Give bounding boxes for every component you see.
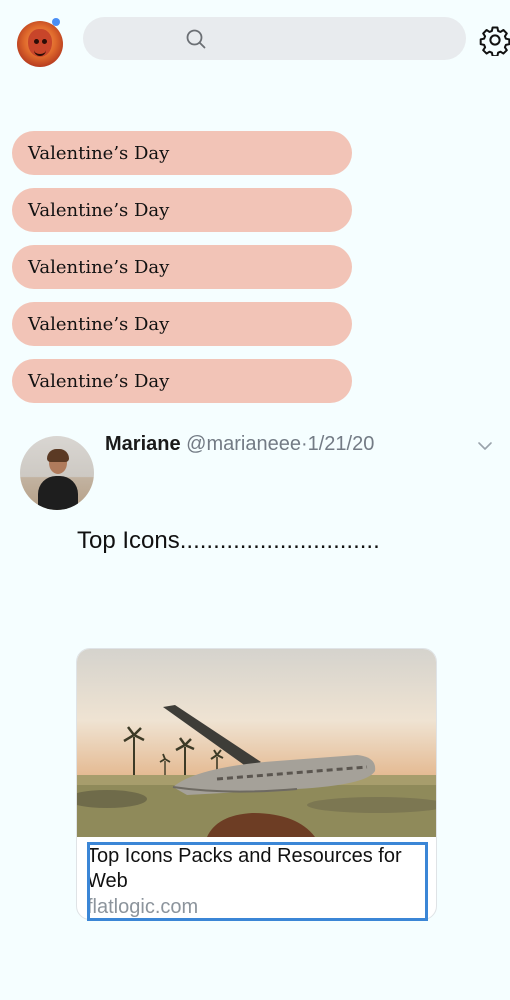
tweet-header: Mariane @marianeee·1/21/20: [105, 433, 374, 456]
card-image: [77, 649, 436, 837]
tweet-author-handle[interactable]: @marianeee: [186, 433, 301, 455]
tweet-text: Top Icons..............................: [77, 527, 380, 554]
user-avatar[interactable]: [17, 21, 63, 67]
avatar-eye: [42, 39, 47, 44]
tweet-author-name[interactable]: Mariane: [105, 433, 181, 455]
avatar-body: [38, 476, 78, 510]
avatar-hair: [47, 449, 69, 462]
topic-chip[interactable]: Valentine’s Day: [12, 359, 352, 403]
avatar-eye: [34, 39, 39, 44]
topic-chip[interactable]: Valentine’s Day: [12, 131, 352, 175]
gear-icon[interactable]: [479, 24, 510, 56]
topic-chip-list: Valentine’s Day Valentine’s Day Valentin…: [12, 131, 352, 416]
topic-chip[interactable]: Valentine’s Day: [12, 188, 352, 232]
link-preview-card[interactable]: Top Icons Packs and Resources for Web fl…: [76, 648, 437, 920]
card-text: Top Icons Packs and Resources for Web fl…: [87, 844, 427, 919]
search-icon: [186, 29, 206, 49]
topic-chip[interactable]: Valentine’s Day: [12, 302, 352, 346]
notification-dot: [52, 18, 60, 26]
tweet-author-avatar[interactable]: [20, 436, 94, 510]
search-bar[interactable]: [83, 17, 466, 60]
chevron-down-icon[interactable]: [476, 437, 494, 455]
topic-chip[interactable]: Valentine’s Day: [12, 245, 352, 289]
card-title[interactable]: Top Icons Packs and Resources for Web: [87, 844, 427, 894]
card-domain[interactable]: flatlogic.com: [87, 894, 427, 919]
tweet-date[interactable]: ·1/21/20: [301, 433, 374, 455]
